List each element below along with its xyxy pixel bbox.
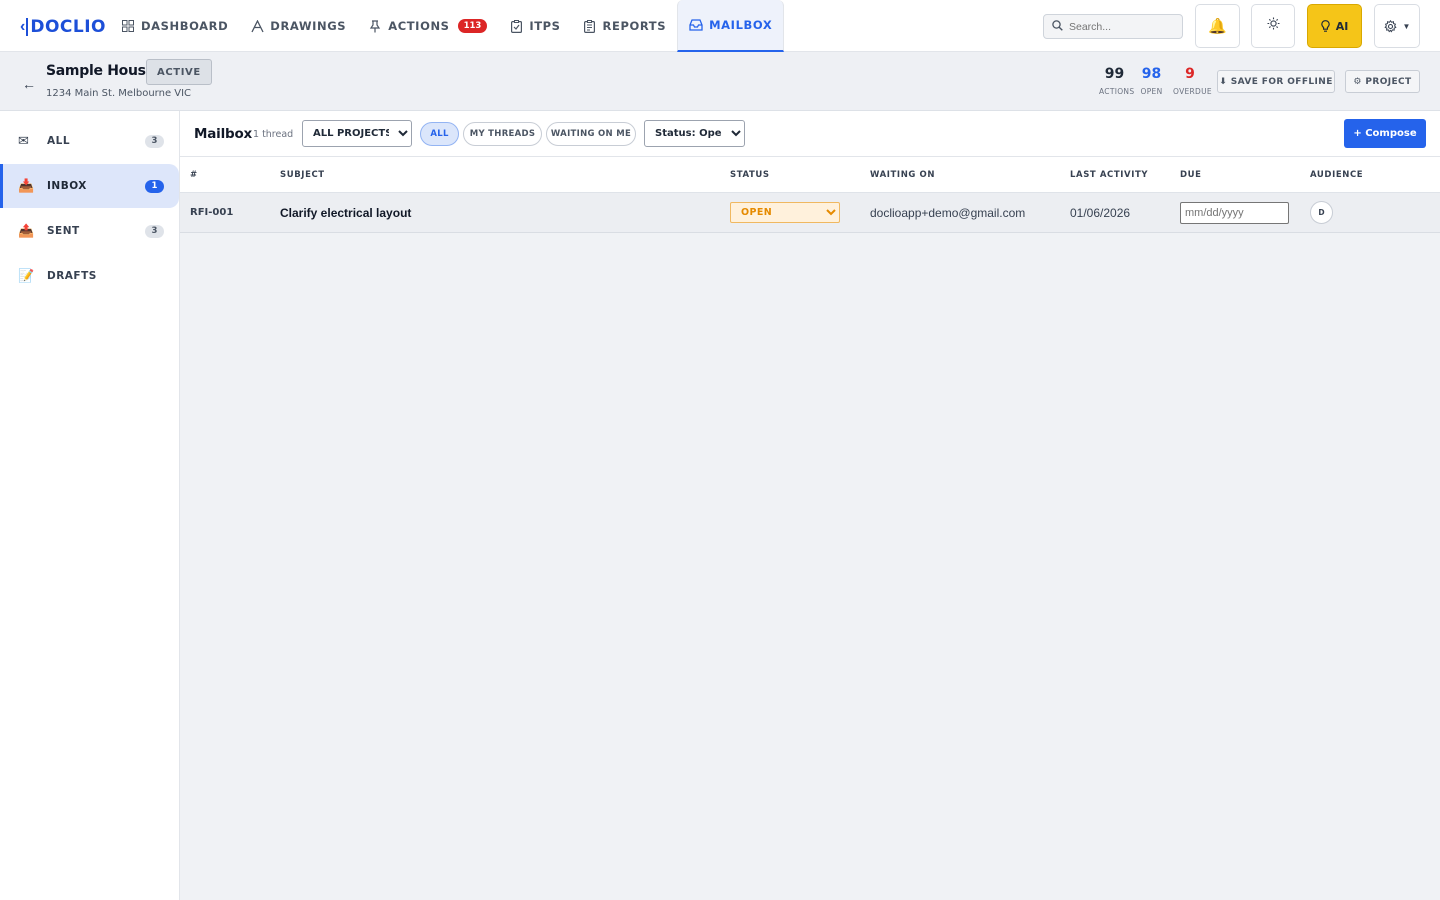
main-nav: DASHBOARD DRAWINGS ACTIONS 113 ITPS REPO… xyxy=(110,0,785,52)
pin-icon xyxy=(368,19,382,33)
status-filter-select[interactable]: Status: Open xyxy=(644,120,745,147)
last-activity-date: 01/06/2026 xyxy=(1070,206,1131,220)
count-badge: 3 xyxy=(145,224,164,238)
project-status-badge: ACTIVE xyxy=(146,59,212,85)
threads-table-header: # SUBJECT STATUS WAITING ON LAST ACTIVIT… xyxy=(180,157,1440,193)
search-box[interactable] xyxy=(1043,14,1183,39)
nav-label: DASHBOARD xyxy=(141,19,229,33)
pen-icon xyxy=(250,19,264,33)
notifications-button[interactable]: 🔔 xyxy=(1195,4,1240,48)
nav-drawings[interactable]: DRAWINGS xyxy=(239,0,357,52)
search-input[interactable] xyxy=(1069,20,1169,33)
sidebar-item-label: SENT xyxy=(47,225,80,237)
stat-value: 98 xyxy=(1141,66,1162,82)
count-badge: 3 xyxy=(145,134,164,148)
ai-assistant-button[interactable]: AI xyxy=(1307,4,1362,48)
nav-actions[interactable]: ACTIONS 113 xyxy=(357,0,498,52)
grid-icon xyxy=(121,19,135,33)
actions-count-badge: 113 xyxy=(457,19,488,33)
nav-dashboard[interactable]: DASHBOARD xyxy=(110,0,239,52)
thread-id: RFI-001 xyxy=(190,207,234,218)
stat-label: OPEN xyxy=(1140,87,1163,96)
doclio-logo[interactable]: ‹ DOCLIO xyxy=(20,12,106,42)
filter-pill-all[interactable]: ALL xyxy=(420,122,459,146)
caret-down-icon: ▼ xyxy=(1402,21,1411,31)
nav-label: MAILBOX xyxy=(709,18,773,32)
stat-overdue[interactable]: 9 OVERDUE xyxy=(1173,65,1212,96)
nav-label: REPORTS xyxy=(602,19,667,33)
stat-label: ACTIONS xyxy=(1099,87,1135,96)
clipboard-list-icon xyxy=(583,19,597,33)
nav-label: DRAWINGS xyxy=(270,19,347,33)
sidebar-item-label: INBOX xyxy=(47,180,87,192)
mailbox-sidebar: ✉ ALL 3 📥 INBOX 1 📤 SENT 3 📝 DRAFTS xyxy=(0,111,180,900)
due-date-input[interactable] xyxy=(1180,202,1289,224)
nav-reports[interactable]: REPORTS xyxy=(572,0,678,52)
sidebar-item-label: DRAFTS xyxy=(47,270,97,282)
logo-text: DOCLIO xyxy=(26,18,106,36)
sidebar-item-sent[interactable]: 📤 SENT 3 xyxy=(0,209,179,253)
mailbox-title: Mailbox xyxy=(194,126,253,142)
column-header-audience[interactable]: AUDIENCE xyxy=(1310,170,1363,180)
compose-button[interactable]: + Compose xyxy=(1344,119,1426,148)
gear-icon xyxy=(1383,19,1397,33)
nav-mailbox[interactable]: MAILBOX xyxy=(677,0,785,52)
count-badge: 1 xyxy=(145,179,164,193)
column-header-status[interactable]: STATUS xyxy=(730,170,770,180)
outbox-tray-icon: 📤 xyxy=(18,223,35,239)
column-header-subject[interactable]: SUBJECT xyxy=(280,170,325,180)
nav-label: ACTIONS xyxy=(388,19,450,33)
sidebar-item-inbox[interactable]: 📥 INBOX 1 xyxy=(0,164,179,208)
project-name: Sample House xyxy=(46,63,155,79)
column-header-due[interactable]: DUE xyxy=(1180,170,1202,180)
lightbulb-icon xyxy=(1320,20,1330,32)
thread-subject[interactable]: Clarify electrical layout xyxy=(280,206,411,220)
inbox-icon xyxy=(689,18,703,32)
clipboard-check-icon xyxy=(509,19,523,33)
audience-avatar[interactable]: D xyxy=(1310,201,1333,224)
filter-pill-my-threads[interactable]: MY THREADS xyxy=(463,122,542,146)
stat-value: 99 xyxy=(1104,66,1125,82)
top-navbar: ‹ DOCLIO DASHBOARD DRAWINGS ACTIONS 113 xyxy=(0,0,1440,52)
nav-itps[interactable]: ITPS xyxy=(498,0,571,52)
theme-toggle-button[interactable] xyxy=(1251,4,1295,48)
stat-label: OVERDUE xyxy=(1173,87,1212,96)
filter-pill-waiting-on-me[interactable]: WAITING ON ME xyxy=(546,122,636,146)
back-arrow-icon[interactable]: ← xyxy=(22,76,36,92)
memo-icon: 📝 xyxy=(18,268,35,284)
column-header-number[interactable]: # xyxy=(190,170,198,180)
inbox-tray-icon: 📥 xyxy=(18,178,35,194)
save-for-offline-button[interactable]: ⬇ SAVE FOR OFFLINE xyxy=(1217,70,1335,93)
thread-count: 1 thread xyxy=(253,129,294,140)
envelope-icon: ✉ xyxy=(18,133,30,149)
nav-label: ITPS xyxy=(529,19,561,33)
column-header-waiting-on[interactable]: WAITING ON xyxy=(870,170,935,180)
thread-status-select[interactable]: OPEN xyxy=(730,202,840,223)
sun-icon xyxy=(1267,17,1280,35)
sidebar-item-drafts[interactable]: 📝 DRAFTS xyxy=(0,254,179,298)
sidebar-item-all[interactable]: ✉ ALL 3 xyxy=(0,119,179,163)
stat-actions[interactable]: 99 ACTIONS xyxy=(1099,65,1135,96)
project-settings-button[interactable]: ⚙ PROJECT xyxy=(1345,70,1420,93)
project-header: ← Sample House ACTIVE 1234 Main St. Melb… xyxy=(0,52,1440,111)
stat-value: 9 xyxy=(1185,66,1195,82)
mailbox-toolbar: Mailbox 1 thread ALL PROJECTS ALL MY THR… xyxy=(180,111,1440,157)
sidebar-item-label: ALL xyxy=(47,135,71,147)
project-address: 1234 Main St. Melbourne VIC xyxy=(46,88,192,99)
table-row[interactable]: RFI-001 Clarify electrical layout OPEN d… xyxy=(180,193,1440,233)
bell-icon: 🔔 xyxy=(1208,18,1227,35)
settings-menu-button[interactable]: ▼ xyxy=(1374,4,1420,48)
stat-open[interactable]: 98 OPEN xyxy=(1140,65,1163,96)
search-icon xyxy=(1052,18,1063,36)
logo-chevron-icon: ‹ xyxy=(20,18,26,35)
project-filter-select[interactable]: ALL PROJECTS xyxy=(302,120,412,147)
ai-label: AI xyxy=(1335,19,1349,33)
column-header-last-activity[interactable]: LAST ACTIVITY xyxy=(1070,170,1148,180)
waiting-on-email: doclioapp+demo@gmail.com xyxy=(870,206,1026,220)
